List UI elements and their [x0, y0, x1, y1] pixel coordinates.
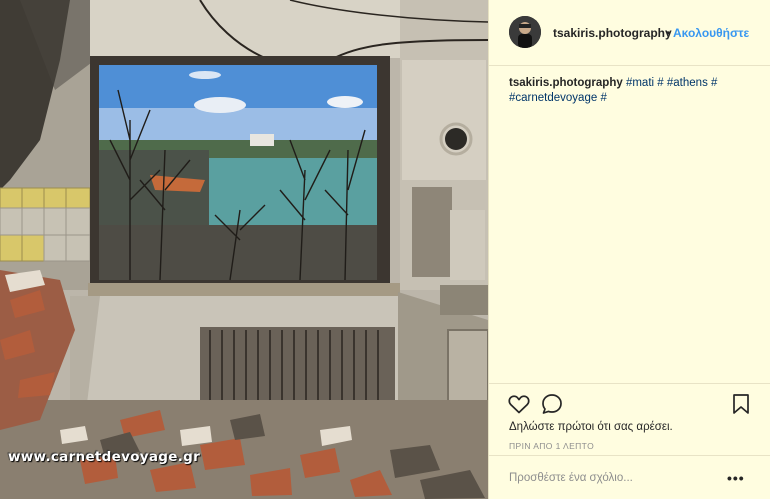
avatar-image: [509, 16, 541, 48]
hashtag-link[interactable]: #mati: [626, 77, 654, 89]
post-photo[interactable]: www.carnetdevoyage.gr: [0, 0, 488, 499]
post-side-panel: tsakiris.photography • Ακολουθήστε tsaki…: [488, 0, 770, 499]
like-prompt-text: Δηλώστε πρώτοι ότι σας αρέσει.: [509, 421, 673, 433]
hashtag-link[interactable]: #: [657, 77, 663, 89]
hashtag-link[interactable]: #athens: [667, 77, 708, 89]
post-timestamp: ΠΡΙΝ ΑΠΟ 1 ΛΕΠΤΟ: [509, 441, 595, 451]
hashtag-link[interactable]: #: [711, 77, 717, 89]
bookmark-icon[interactable]: [729, 392, 753, 416]
avatar[interactable]: [509, 16, 541, 48]
comment-box: •••: [489, 455, 770, 499]
post-header: tsakiris.photography • Ακολουθήστε: [489, 0, 770, 66]
header-separator-dot: •: [666, 26, 671, 40]
burned-room-image: [0, 0, 488, 499]
comment-input[interactable]: [509, 472, 709, 484]
heart-icon[interactable]: [507, 392, 531, 416]
hashtag-link[interactable]: #: [600, 92, 606, 104]
more-options-icon[interactable]: •••: [727, 470, 745, 486]
post-caption: tsakiris.photography #mati # #athens # #…: [509, 76, 759, 106]
hashtag-link[interactable]: #carnetdevoyage: [509, 92, 597, 104]
caption-username-link[interactable]: tsakiris.photography: [509, 77, 623, 89]
comment-icon[interactable]: [540, 392, 564, 416]
header-username-link[interactable]: tsakiris.photography: [553, 26, 672, 40]
follow-button[interactable]: Ακολουθήστε: [673, 26, 749, 40]
photo-watermark: www.carnetdevoyage.gr: [8, 449, 201, 465]
